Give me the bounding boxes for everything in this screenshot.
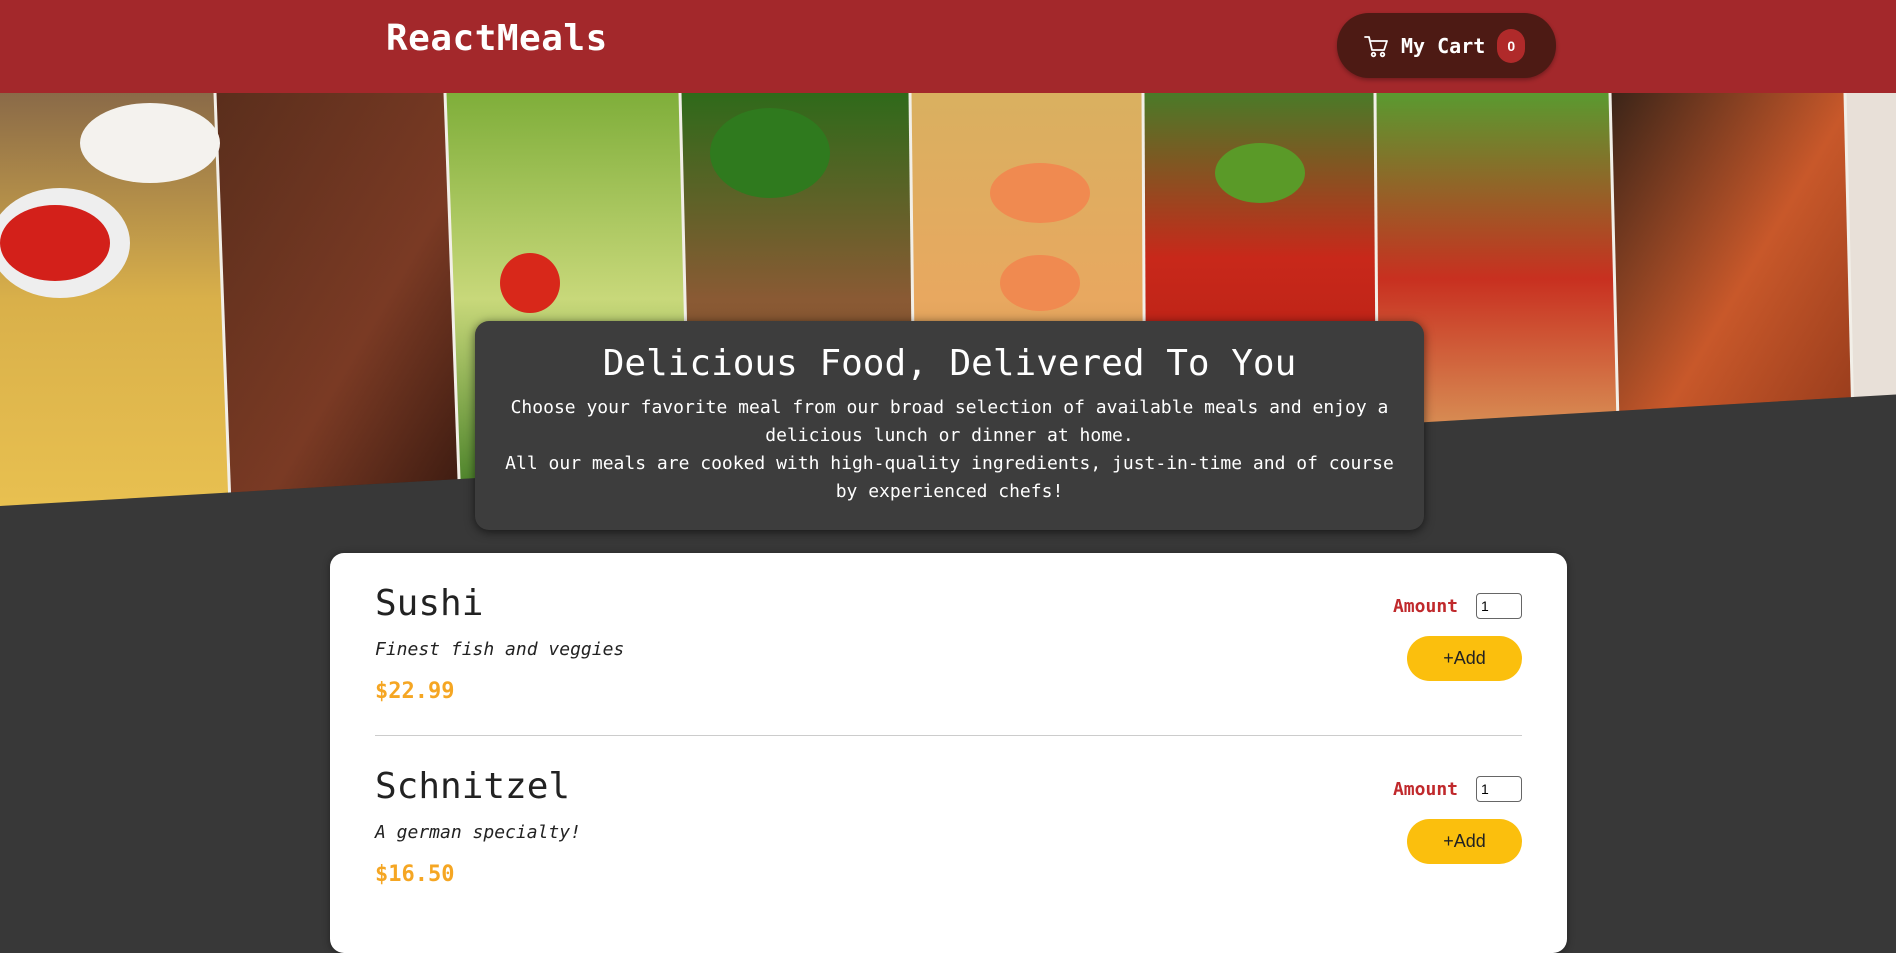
header: ReactMeals My Cart 0 xyxy=(0,0,1896,93)
summary-paragraph-2: All our meals are cooked with high-quali… xyxy=(505,453,1394,502)
amount-label: Amount xyxy=(1392,778,1458,800)
amount-input[interactable] xyxy=(1476,593,1522,619)
meal-price: $16.50 xyxy=(375,862,455,887)
meal-name: Schnitzel xyxy=(375,766,571,807)
meal-price: $22.99 xyxy=(375,679,455,704)
cart-count-badge: 0 xyxy=(1497,28,1526,63)
meal-item-schnitzel: Schnitzel A german specialty! $16.50 Amo… xyxy=(375,736,1522,919)
meal-name: Sushi xyxy=(375,583,484,624)
add-to-cart-button[interactable]: +Add xyxy=(1407,636,1522,681)
meal-description: A german specialty! xyxy=(375,822,581,843)
cart-label: My Cart xyxy=(1401,33,1486,58)
amount-label: Amount xyxy=(1392,595,1458,617)
summary-title: Delicious Food, Delivered To You xyxy=(602,343,1297,384)
cart-icon xyxy=(1363,33,1389,59)
summary-paragraph-1: Choose your favorite meal from our broad… xyxy=(510,397,1389,446)
meals-summary: Delicious Food, Delivered To You Choose … xyxy=(475,321,1424,530)
add-to-cart-button[interactable]: +Add xyxy=(1407,819,1522,864)
available-meals-card: Sushi Finest fish and veggies $22.99 Amo… xyxy=(330,553,1567,953)
meal-item-sushi: Sushi Finest fish and veggies $22.99 Amo… xyxy=(375,553,1522,736)
meal-description: Finest fish and veggies xyxy=(375,639,625,660)
logo: ReactMeals xyxy=(386,18,608,59)
amount-row: Amount xyxy=(1393,776,1522,802)
amount-input[interactable] xyxy=(1476,776,1522,802)
cart-button[interactable]: My Cart 0 xyxy=(1337,13,1556,78)
amount-row: Amount xyxy=(1393,593,1522,619)
